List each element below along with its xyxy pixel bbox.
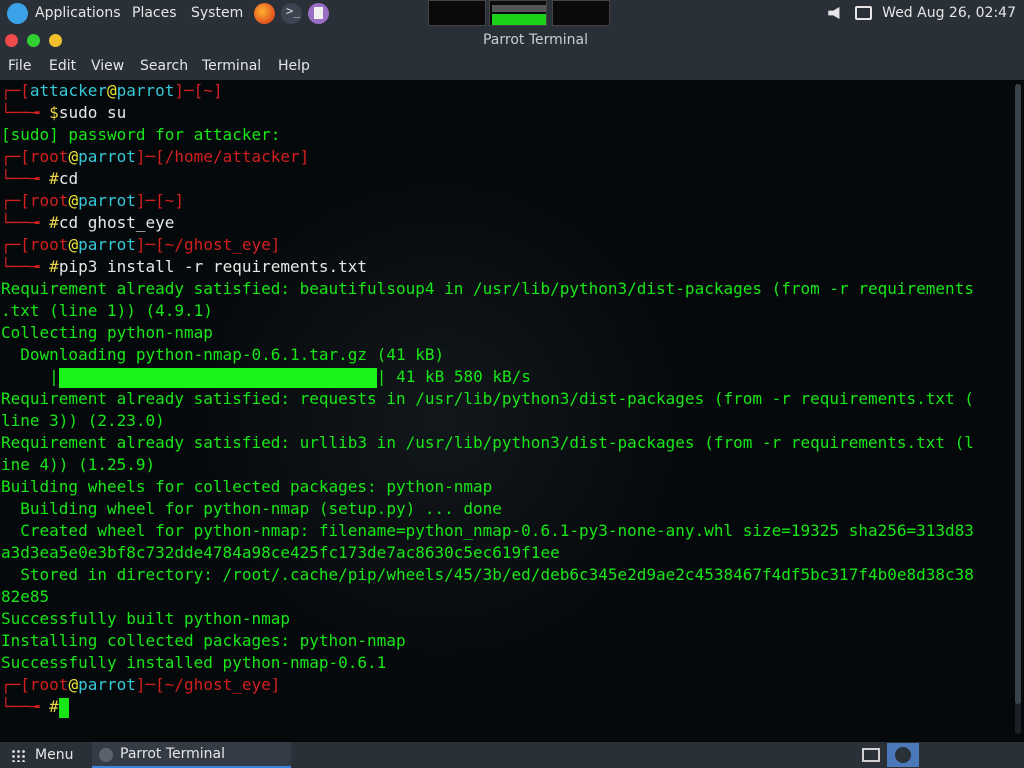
command-line: └──╼ $sudo su bbox=[1, 103, 127, 122]
places-menu[interactable]: Places bbox=[132, 5, 177, 21]
download-progress: | | 41 kB 580 kB/s bbox=[1, 367, 531, 388]
output-line: Successfully installed python-nmap-0.6.1 bbox=[1, 653, 387, 672]
top-panel: Applications Places System >_ Wed Aug 26… bbox=[0, 0, 1024, 27]
menu-file[interactable]: File bbox=[8, 58, 31, 74]
output-line: [sudo] password for attacker: bbox=[1, 125, 281, 144]
applications-menu[interactable]: Applications bbox=[35, 5, 121, 21]
workspace-1[interactable] bbox=[428, 0, 486, 26]
menu-button[interactable]: Menu bbox=[35, 747, 73, 763]
output-line: ine 4)) (1.25.9) bbox=[1, 455, 156, 474]
prompt-line: ┌─[root@parrot]─[~/ghost_eye] bbox=[1, 235, 281, 254]
firefox-icon[interactable] bbox=[254, 3, 275, 24]
output-line: Requirement already satisfied: urllib3 i… bbox=[1, 433, 974, 452]
command-line: └──╼ #cd bbox=[1, 169, 79, 188]
output-line: Created wheel for python-nmap: filename=… bbox=[1, 521, 974, 540]
text-cursor bbox=[58, 697, 69, 718]
prompt-line: ┌─[root@parrot]─[/home/attacker] bbox=[1, 147, 310, 166]
output-line: Stored in directory: /root/.cache/pip/wh… bbox=[1, 565, 974, 584]
output-line: Building wheel for python-nmap (setup.py… bbox=[1, 499, 502, 518]
menu-search[interactable]: Search bbox=[140, 58, 188, 74]
menu-help[interactable]: Help bbox=[278, 58, 310, 74]
menu-terminal[interactable]: Terminal bbox=[202, 58, 261, 74]
output-line: Collecting python-nmap bbox=[1, 323, 213, 342]
clock[interactable]: Wed Aug 26, 02:47 bbox=[882, 5, 1016, 21]
workspace-3[interactable] bbox=[552, 0, 610, 26]
output-line: Downloading python-nmap-0.6.1.tar.gz (41… bbox=[1, 345, 445, 364]
keyboard-layout-icon[interactable] bbox=[862, 748, 880, 762]
menu-view[interactable]: View bbox=[91, 58, 124, 74]
output-line: line 3)) (2.23.0) bbox=[1, 411, 165, 430]
prompt-line: ┌─[root@parrot]─[~] bbox=[1, 191, 185, 210]
bottom-taskbar: Menu Parrot Terminal bbox=[0, 742, 1024, 768]
output-line: Requirement already satisfied: beautiful… bbox=[1, 279, 974, 298]
command-line: └──╼ #cd ghost_eye bbox=[1, 213, 175, 232]
output-line: 82e85 bbox=[1, 587, 50, 606]
terminal-area[interactable]: ┌─[attacker@parrot]─[~] └──╼ $sudo su [s… bbox=[0, 80, 1024, 742]
output-line: Requirement already satisfied: requests … bbox=[1, 389, 974, 408]
taskbar-task-parrot-terminal[interactable]: Parrot Terminal bbox=[92, 742, 291, 768]
terminal-tray-icon[interactable] bbox=[887, 743, 919, 767]
output-line: Building wheels for collected packages: … bbox=[1, 477, 493, 496]
display-icon[interactable] bbox=[854, 6, 872, 20]
output-line: a3d3ea5e0e3bf8c732dde4784a98ce425fc173de… bbox=[1, 543, 560, 562]
terminal-icon bbox=[99, 748, 113, 762]
window-title: Parrot Terminal bbox=[482, 32, 589, 48]
system-tray: Wed Aug 26, 02:47 bbox=[828, 5, 1016, 21]
system-menu[interactable]: System bbox=[191, 5, 243, 21]
window-titlebar[interactable]: Parrot Terminal bbox=[0, 27, 1024, 54]
output-line: .txt (line 1)) (4.9.1) bbox=[1, 301, 213, 320]
parrot-logo-icon[interactable] bbox=[7, 3, 28, 24]
output-line: Successfully built python-nmap bbox=[1, 609, 290, 628]
output-line: Installing collected packages: python-nm… bbox=[1, 631, 406, 650]
grid-menu-icon[interactable] bbox=[11, 749, 25, 762]
workspace-2[interactable] bbox=[489, 0, 547, 26]
menu-edit[interactable]: Edit bbox=[49, 58, 76, 74]
scrollbar-thumb[interactable] bbox=[1015, 84, 1021, 704]
prompt-line: ┌─[root@parrot]─[~/ghost_eye] bbox=[1, 675, 281, 694]
progress-bar-fill bbox=[58, 367, 377, 388]
terminal-launcher-icon[interactable]: >_ bbox=[281, 3, 302, 24]
volume-icon[interactable] bbox=[828, 7, 840, 19]
menubar: File Edit View Search Terminal Help bbox=[0, 54, 1024, 80]
prompt-line: ┌─[attacker@parrot]─[~] bbox=[1, 81, 223, 100]
command-line: └──╼ #pip3 install -r requirements.txt bbox=[1, 257, 368, 276]
text-editor-icon[interactable] bbox=[308, 3, 329, 24]
command-line: └──╼ # bbox=[1, 696, 69, 718]
